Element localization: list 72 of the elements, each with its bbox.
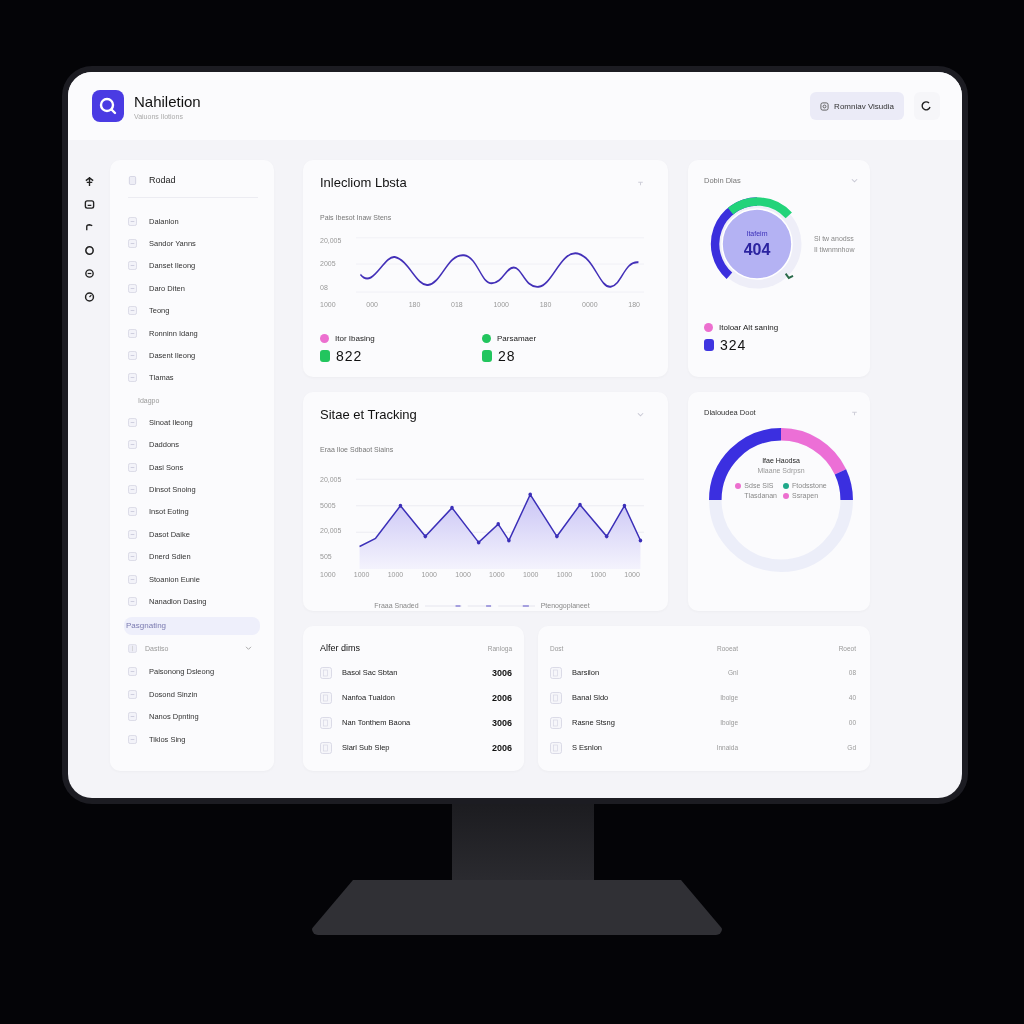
nav-icon[interactable]	[84, 222, 95, 233]
data-point	[496, 522, 500, 527]
app-title: Nahiletion	[134, 92, 202, 110]
square-icon	[128, 306, 137, 316]
data-point	[638, 538, 643, 543]
document-icon	[128, 175, 137, 185]
data-point	[450, 505, 454, 510]
square-icon	[128, 373, 137, 383]
nav-icon[interactable]	[84, 199, 95, 210]
square-icon	[128, 596, 137, 606]
data-point	[604, 534, 609, 539]
card-title: Sitae et Tracking	[320, 407, 417, 422]
table-cell: 2006	[491, 692, 512, 703]
data-point	[423, 534, 428, 539]
camera-icon	[820, 101, 830, 111]
nav-icon[interactable]	[84, 268, 95, 279]
refresh-button[interactable]	[914, 92, 940, 120]
stat-label: Itor Ibasing	[335, 334, 375, 343]
card-title: Inlecliom Lbsta	[320, 175, 407, 190]
square-icon	[128, 507, 137, 517]
data-point	[507, 538, 511, 543]
sidebar-section[interactable]: Pasgnating	[124, 616, 260, 635]
square-icon	[128, 485, 137, 494]
header-button[interactable]: Romniav Visudia	[810, 92, 904, 120]
file-icon	[550, 691, 562, 704]
search-icon	[92, 90, 124, 122]
refresh-icon	[921, 100, 933, 112]
stat-label: Parsamaer	[497, 334, 537, 343]
square-icon	[128, 328, 137, 338]
square-icon	[128, 574, 137, 584]
nav-icon[interactable]	[84, 245, 95, 256]
square-icon	[128, 239, 137, 249]
data-point	[398, 503, 403, 508]
square-icon	[128, 712, 137, 722]
square-icon	[128, 283, 137, 293]
file-icon	[320, 666, 332, 679]
data-point	[622, 503, 627, 508]
square-icon	[128, 417, 137, 427]
file-icon	[320, 691, 332, 704]
square-icon	[128, 689, 137, 699]
square-icon	[128, 216, 137, 226]
square-icon	[128, 667, 137, 677]
table-cell: 3006	[491, 717, 512, 728]
nav-icon[interactable]	[84, 291, 95, 302]
sidebar-heading: Rodad	[149, 175, 176, 185]
stat-label: Itoloar Alt saning	[719, 323, 779, 332]
square-icon	[128, 462, 137, 472]
table-cell: 2006	[491, 742, 512, 753]
square-icon	[128, 644, 137, 654]
gauge-value: 404	[743, 240, 771, 259]
data-point	[528, 492, 532, 497]
data-point	[476, 540, 481, 545]
square-icon	[128, 261, 137, 271]
square-icon	[128, 440, 137, 450]
file-icon	[550, 741, 562, 754]
square-icon	[128, 734, 137, 744]
square-icon	[128, 351, 137, 361]
stat-value: 324	[720, 337, 747, 353]
file-icon	[320, 716, 332, 729]
square-icon	[128, 529, 137, 539]
file-icon	[550, 716, 562, 729]
stat-value: 822	[336, 348, 363, 364]
file-icon	[320, 741, 332, 754]
square-icon	[128, 552, 137, 562]
table-cell: 3006	[491, 667, 512, 678]
data-point	[578, 502, 582, 507]
chevron-icon	[245, 646, 252, 652]
table-title: Alfer dims	[320, 643, 361, 653]
file-icon	[550, 666, 562, 679]
data-point	[555, 534, 559, 539]
stat-value: 28	[498, 348, 516, 364]
nav-icon[interactable]	[84, 176, 95, 187]
